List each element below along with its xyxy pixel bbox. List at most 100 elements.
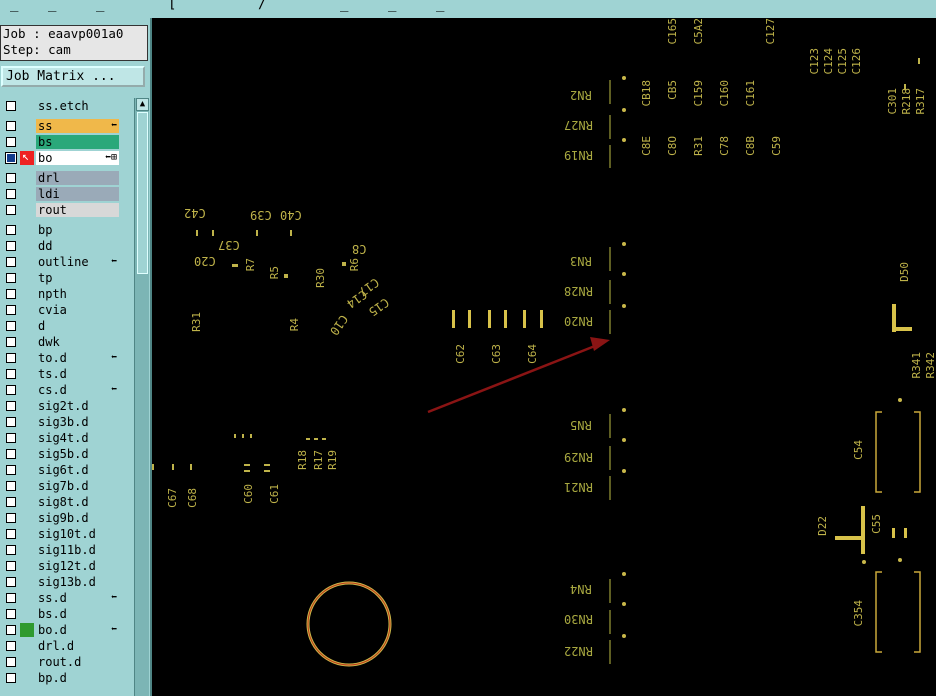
layer-name[interactable]: sig12t.d <box>36 559 119 573</box>
layer-checkbox[interactable] <box>6 657 16 667</box>
layer-row[interactable]: rout <box>0 202 120 218</box>
layer-checkbox[interactable] <box>6 241 16 251</box>
layer-row[interactable]: npth <box>0 286 120 302</box>
layer-row[interactable]: ss.etch <box>0 98 120 114</box>
layer-scrollbar[interactable]: ▲ <box>134 98 149 696</box>
menu-item[interactable]: _ <box>436 0 444 12</box>
layer-name[interactable]: ldi <box>36 187 119 201</box>
layer-name[interactable]: npth <box>36 287 119 301</box>
layer-name[interactable]: sig7b.d <box>36 479 119 493</box>
layer-row[interactable]: sig6t.d <box>0 462 120 478</box>
layer-row[interactable]: cs.d ⬅ <box>0 382 120 398</box>
layer-checkbox[interactable] <box>6 337 16 347</box>
layer-checkbox[interactable] <box>6 401 16 411</box>
layer-row[interactable]: tp <box>0 270 120 286</box>
scroll-thumb[interactable] <box>137 112 148 274</box>
layer-name[interactable]: sig13b.d <box>36 575 119 589</box>
layer-name[interactable]: sig4t.d <box>36 431 119 445</box>
layer-name[interactable]: bs.d <box>36 607 119 621</box>
menu-item[interactable]: / <box>258 0 266 12</box>
layer-name[interactable]: sig2t.d <box>36 399 119 413</box>
menu-item[interactable]: _ <box>388 0 396 12</box>
layer-name[interactable]: dd <box>36 239 119 253</box>
layer-name[interactable]: dwk <box>36 335 119 349</box>
layer-name[interactable]: drl.d <box>36 639 119 653</box>
layer-name[interactable]: ss.etch <box>36 99 119 113</box>
layer-checkbox[interactable] <box>6 465 16 475</box>
layer-checkbox[interactable] <box>5 152 17 164</box>
layer-row[interactable]: bp <box>0 222 120 238</box>
layer-name[interactable]: ss ⬅ <box>36 119 119 133</box>
layer-row[interactable]: sig13b.d <box>0 574 120 590</box>
layer-name[interactable]: bo.d ⬅ <box>36 623 119 637</box>
layer-checkbox[interactable] <box>6 305 16 315</box>
menu-item[interactable]: _ <box>340 0 348 12</box>
layer-name[interactable]: sig6t.d <box>36 463 119 477</box>
layer-row[interactable]: ldi <box>0 186 120 202</box>
layer-checkbox[interactable] <box>6 593 16 603</box>
layer-row[interactable]: ss ⬅ <box>0 118 120 134</box>
layer-checkbox[interactable] <box>6 273 16 283</box>
layer-row[interactable]: sig5b.d <box>0 446 120 462</box>
layer-name[interactable]: ss.d ⬅ <box>36 591 119 605</box>
layer-name[interactable]: bp.d <box>36 671 119 685</box>
layer-checkbox[interactable] <box>6 385 16 395</box>
layer-checkbox[interactable] <box>6 529 16 539</box>
layer-name[interactable]: sig3b.d <box>36 415 119 429</box>
layer-row[interactable]: dd <box>0 238 120 254</box>
layer-name[interactable]: tp <box>36 271 119 285</box>
layer-row[interactable]: bs <box>0 134 120 150</box>
layer-name[interactable]: drl <box>36 171 119 185</box>
layer-checkbox[interactable] <box>6 625 16 635</box>
layer-checkbox[interactable] <box>6 481 16 491</box>
layer-row[interactable]: d <box>0 318 120 334</box>
layer-name[interactable]: sig9b.d <box>36 511 119 525</box>
layer-checkbox[interactable] <box>6 101 16 111</box>
layer-row[interactable]: sig9b.d <box>0 510 120 526</box>
layer-row[interactable]: bs.d <box>0 606 120 622</box>
layer-checkbox[interactable] <box>6 321 16 331</box>
layer-name[interactable]: to.d ⬅ <box>36 351 119 365</box>
layer-name[interactable]: sig5b.d <box>36 447 119 461</box>
layer-checkbox[interactable] <box>6 257 16 267</box>
layer-checkbox[interactable] <box>6 205 16 215</box>
layer-name[interactable]: sig10t.d <box>36 527 119 541</box>
layer-name[interactable]: bo ⬅⊞ <box>36 151 119 165</box>
layer-name[interactable]: cs.d ⬅ <box>36 383 119 397</box>
layer-row[interactable]: rout.d <box>0 654 120 670</box>
layer-row[interactable]: bo.d ⬅ <box>0 622 120 638</box>
layer-checkbox[interactable] <box>6 497 16 507</box>
layer-row[interactable]: sig10t.d <box>0 526 120 542</box>
layer-checkbox[interactable] <box>6 449 16 459</box>
layer-checkbox[interactable] <box>6 417 16 427</box>
layer-checkbox[interactable] <box>6 289 16 299</box>
layer-checkbox[interactable] <box>6 353 16 363</box>
job-matrix-button[interactable]: Job Matrix ... <box>1 66 145 87</box>
layer-row[interactable]: cvia <box>0 302 120 318</box>
layer-checkbox[interactable] <box>6 577 16 587</box>
layer-checkbox[interactable] <box>6 137 16 147</box>
layer-checkbox[interactable] <box>6 545 16 555</box>
layer-name[interactable]: outline ⬅ <box>36 255 119 269</box>
layer-name[interactable]: cvia <box>36 303 119 317</box>
layer-row[interactable]: sig4t.d <box>0 430 120 446</box>
layer-row[interactable]: bp.d <box>0 670 120 686</box>
layer-checkbox[interactable] <box>6 433 16 443</box>
layer-checkbox[interactable] <box>6 369 16 379</box>
layer-checkbox[interactable] <box>6 641 16 651</box>
layer-row[interactable]: drl <box>0 170 120 186</box>
layer-name[interactable]: rout.d <box>36 655 119 669</box>
layer-name[interactable]: sig8t.d <box>36 495 119 509</box>
layer-name[interactable]: ts.d <box>36 367 119 381</box>
layer-checkbox[interactable] <box>6 173 16 183</box>
layer-row[interactable]: sig7b.d <box>0 478 120 494</box>
menu-item[interactable]: [ <box>168 0 176 12</box>
menu-item[interactable]: _ <box>10 0 18 12</box>
layer-row[interactable]: ss.d ⬅ <box>0 590 120 606</box>
layer-name[interactable]: bs <box>36 135 119 149</box>
layer-row[interactable]: to.d ⬅ <box>0 350 120 366</box>
scroll-up-icon[interactable]: ▲ <box>136 98 149 111</box>
layer-row[interactable]: sig8t.d <box>0 494 120 510</box>
layer-row[interactable]: ↖ bo ⬅⊞ <box>0 149 120 166</box>
layer-row[interactable]: sig11b.d <box>0 542 120 558</box>
